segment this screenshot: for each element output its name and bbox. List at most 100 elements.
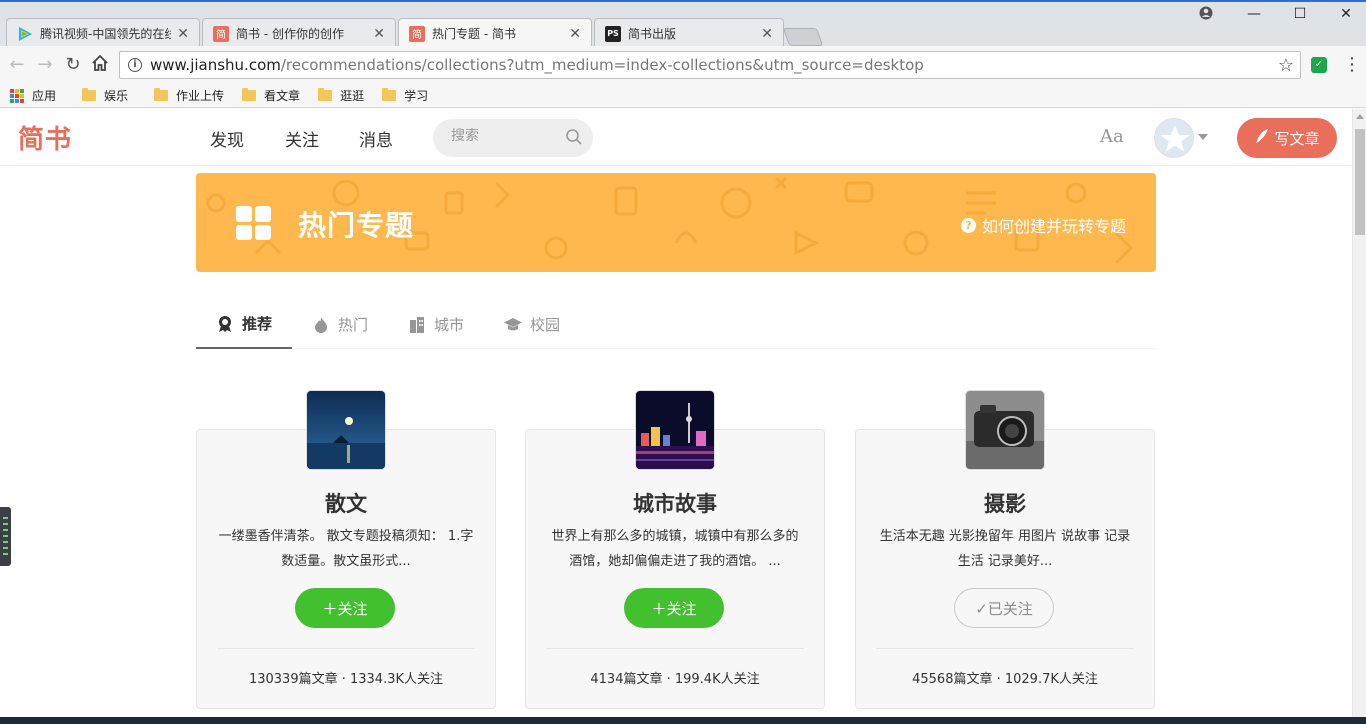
tab-recommended[interactable]: 推荐 [196,300,293,349]
bookmark-label: 学习 [404,89,429,103]
collection-title[interactable]: 摄影 [856,488,1154,518]
bookmarks-bar: 应用 娱乐 作业上传 看文章 逛逛 学习 [0,84,1366,108]
tab-title: 腾讯视频-中国领先的在线 [40,27,172,41]
site-logo[interactable]: 简书 [18,119,72,156]
page-scrollbar[interactable] [1352,109,1366,718]
jianshu-icon: 简 [409,25,425,42]
collection-description: 生活本无趣 光影挽留年 用图片 说故事 记录生活 记录美好... [879,529,1131,569]
site-header: 简书 发现 关注 消息 Aa 写文章 [0,109,1352,166]
browser-menu-icon[interactable]: ⋮ [1343,54,1361,75]
folder-icon [382,88,397,101]
bookmark-folder-study[interactable]: 学习 [382,87,428,104]
profile-icon[interactable] [1186,6,1226,24]
browser-tab-tencent-video[interactable]: 腾讯视频-中国领先的在线 ✕ [6,18,200,48]
nav-following[interactable]: 关注 [285,126,319,151]
collection-cover-image[interactable] [306,390,386,470]
nav-messages[interactable]: 消息 [359,126,393,151]
collection-card-photography[interactable]: 摄影 生活本无趣 光影挽留年 用图片 说故事 记录生活 记录美好... ✓已关注… [855,390,1155,709]
folder-icon [154,88,169,101]
bookmark-apps[interactable]: 应用 [10,87,56,104]
tab-label: 热门 [338,316,369,334]
bookmark-label: 应用 [32,89,57,103]
address-bar[interactable]: i www.jianshu.com/recommendations/collec… [119,51,1301,79]
caret-down-icon[interactable] [1198,134,1208,140]
maximize-icon[interactable]: ☐ [1280,6,1320,22]
hot-collections-banner: 热门专题 ? 如何创建并玩转专题 [196,173,1156,272]
nav-discover[interactable]: 发现 [210,126,244,151]
forward-icon[interactable]: → [34,54,56,76]
window-close-icon[interactable]: ✕ [1326,6,1366,22]
new-tab-button[interactable] [782,28,824,46]
follow-button[interactable]: ＋关注 [624,588,724,628]
write-article-button[interactable]: 写文章 [1237,118,1337,158]
how-to-create-collection-link[interactable]: ? 如何创建并玩转专题 [960,213,1126,237]
page-title: 热门专题 [298,209,415,242]
close-icon[interactable]: ✕ [761,26,773,42]
collection-title[interactable]: 城市故事 [526,488,824,518]
avatar[interactable] [1154,118,1194,158]
collection-tabs: 推荐 热门 城市 校园 [196,300,1156,349]
grid-icon [236,206,271,240]
folder-icon [82,88,97,101]
bookmark-folder-browse[interactable]: 逛逛 [318,87,364,104]
collection-stats: 130339篇文章 · 1334.3K人关注 [248,672,444,687]
font-size-toggle[interactable]: Aa [1100,126,1124,147]
tab-strip: 腾讯视频-中国领先的在线 ✕ 简 简书 - 创作你的创作 ✕ 简 热门专题 - … [0,2,1366,48]
bookmark-label: 看文章 [264,89,301,103]
scroll-up-arrow-icon[interactable] [1356,114,1364,119]
collection-description: 一缕墨香伴清茶。 散文专题投稿须知： 1.字数适量。散文虽形式... [218,529,474,569]
reload-icon[interactable]: ↻ [62,54,84,76]
divider [546,648,804,649]
followed-button[interactable]: ✓已关注 [954,588,1054,628]
back-icon[interactable]: ← [6,54,28,76]
help-link-label: 如何创建并玩转专题 [981,217,1126,236]
url-path: /recommendations/collections?utm_medium=… [280,56,924,74]
flame-icon [312,316,330,334]
search-icon[interactable] [565,128,583,146]
search-bar [433,119,593,157]
close-icon[interactable]: ✕ [373,26,385,42]
browser-tab-jianshu[interactable]: 简 简书 - 创作你的创作 ✕ [202,18,396,48]
apps-grid-icon [10,88,24,103]
divider [217,648,475,649]
browser-toolbar: ← → ↻ i www.jianshu.com/recommendations/… [0,46,1366,84]
minimize-icon[interactable]: — [1234,6,1274,22]
shield-extension-icon[interactable]: ✓ [1311,57,1327,73]
follow-button[interactable]: ＋关注 [295,588,395,628]
search-input[interactable] [451,128,551,144]
close-icon[interactable]: ✕ [177,26,189,42]
folder-icon [318,88,333,101]
tab-label: 推荐 [242,315,273,333]
jianshu-icon: 简 [213,25,229,42]
bookmark-label: 作业上传 [176,89,225,103]
browser-tab-hot-collections[interactable]: 简 热门专题 - 简书 ✕ [398,18,592,48]
bookmark-folder-articles[interactable]: 看文章 [242,87,300,104]
browser-tab-publishing[interactable]: PS 简书出版 ✕ [594,18,784,48]
bookmark-label: 逛逛 [340,89,365,103]
url-host: www.jianshu.com [150,56,281,74]
divider [876,648,1134,649]
collection-card-city-stories[interactable]: 城市故事 世界上有那么多的城镇，城镇中有那么多的酒馆，她却偏偏走进了我的酒馆。 … [525,390,825,709]
tab-title: 简书 - 创作你的创作 [236,27,344,41]
bookmark-star-icon[interactable]: ☆ [1278,55,1294,76]
collection-cover-image[interactable] [635,390,715,470]
folder-icon [242,88,257,101]
side-floating-widget[interactable] [0,507,11,566]
tab-city[interactable]: 城市 [408,300,464,349]
feather-pen-icon [1254,128,1270,148]
bookmark-folder-entertainment[interactable]: 娱乐 [82,87,128,104]
bookmark-folder-homework[interactable]: 作业上传 [154,87,224,104]
os-taskbar [0,717,1366,724]
close-icon[interactable]: ✕ [569,26,581,42]
home-icon[interactable] [89,54,111,76]
info-icon[interactable]: i [128,58,142,72]
scroll-thumb[interactable] [1355,129,1365,235]
collection-description: 世界上有那么多的城镇，城镇中有那么多的酒馆，她却偏偏走进了我的酒馆。 ... [551,529,799,569]
tab-campus[interactable]: 校园 [504,300,560,349]
tab-hot[interactable]: 热门 [312,300,368,349]
collection-title[interactable]: 散文 [197,488,495,518]
collection-cover-image[interactable] [965,390,1045,470]
collection-stats: 4134篇文章 · 199.4K人关注 [590,672,760,687]
bookmark-label: 娱乐 [104,89,129,103]
collection-card-prose[interactable]: 散文 一缕墨香伴清茶。 散文专题投稿须知： 1.字数适量。散文虽形式... ＋关… [196,390,496,709]
